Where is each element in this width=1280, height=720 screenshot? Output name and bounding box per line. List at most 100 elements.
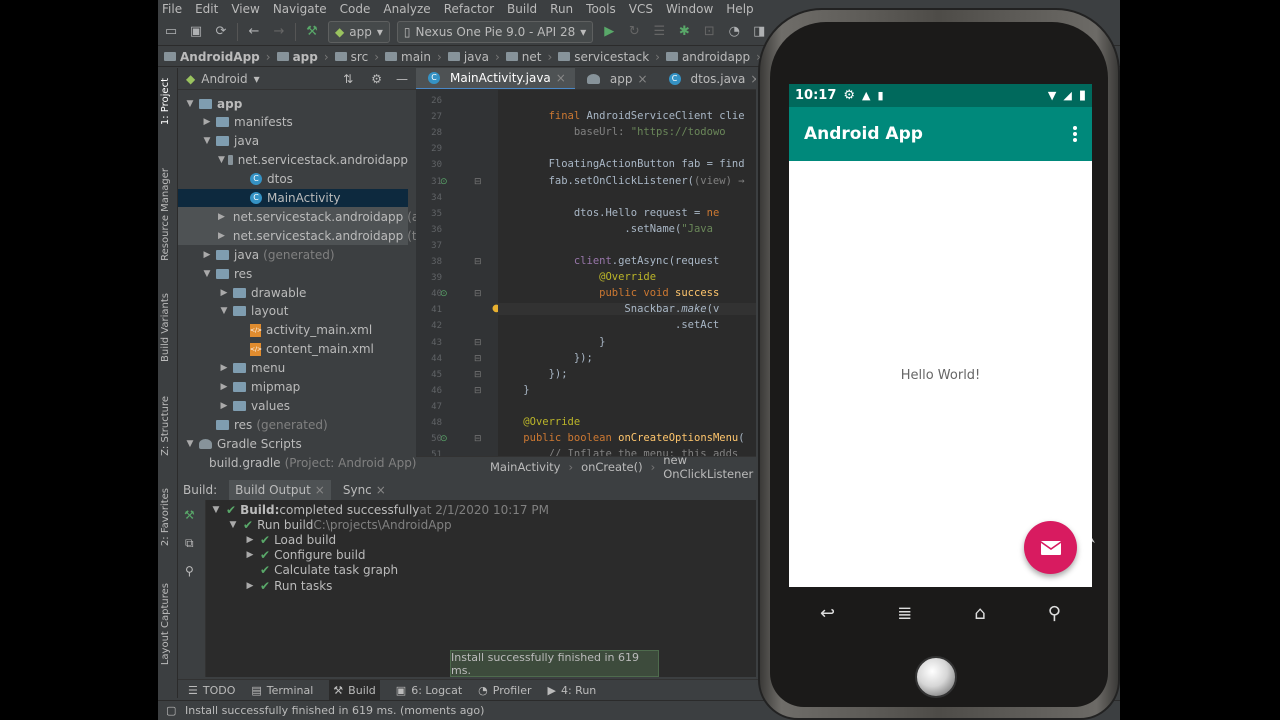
collapsed-arrow-icon[interactable]: ▶ [218,231,225,241]
collapsed-arrow-icon[interactable]: ▶ [244,581,256,591]
tree-item[interactable]: ▶ java (generated) [178,245,408,264]
fold-icon[interactable]: ⊟ [474,434,482,444]
menu-icon[interactable]: ≣ [897,603,912,624]
bottom-tab[interactable]: ☰ TODO [188,684,235,697]
menu-item[interactable]: Run [550,2,573,16]
collapsed-arrow-icon[interactable]: ▶ [218,288,230,298]
expanded-arrow-icon[interactable]: ▼ [218,306,230,316]
menu-item[interactable]: Help [726,2,753,16]
bottom-tab[interactable]: ▶ 4: Run [548,684,597,697]
tree-item[interactable]: ▶ menu [178,359,408,378]
close-icon[interactable]: × [750,72,756,86]
tab-sync[interactable]: Sync × [343,483,386,497]
bottom-tab[interactable]: ▤ Terminal [251,684,313,697]
code-area[interactable]: final AndroidServiceClient clie baseUrl:… [498,90,756,456]
menu-item[interactable]: View [231,2,259,16]
tree-item[interactable]: ▼ Gradle Scripts [178,434,408,453]
menu-item[interactable]: Build [507,2,537,16]
project-view-select[interactable]: Android [201,72,247,86]
breadcrumb-item[interactable]: main [385,50,431,64]
collapsed-arrow-icon[interactable]: ▶ [218,363,230,373]
override-icon[interactable]: ⊙ [440,434,448,444]
collapsed-arrow-icon[interactable]: ▶ [244,535,256,545]
tree-item[interactable]: Cdtos [178,170,408,189]
expanded-arrow-icon[interactable]: ▼ [201,269,213,279]
make-hammer-icon[interactable]: ⚒ [303,23,321,41]
override-icon[interactable]: ⊙ [440,289,448,299]
breadcrumb-item[interactable]: net [505,50,541,64]
collapsed-arrow-icon[interactable]: ▶ [244,550,256,560]
close-icon[interactable]: × [556,71,566,85]
apply-changes-icon[interactable]: ↻ [625,23,643,41]
tab-project[interactable]: 1: Project [160,78,171,125]
collapsed-arrow-icon[interactable]: ▶ [218,382,230,392]
breadcrumb-item[interactable]: androidapp [665,50,750,64]
bottom-tab[interactable]: ◔ Profiler [478,684,531,697]
fold-icon[interactable]: ⊟ [474,257,482,267]
breadcrumb-item[interactable]: servicestack [558,50,649,64]
build-tree-row[interactable]: ▼ ✔ Build: completed successfully at 2/1/2… [210,502,549,517]
device-select[interactable]: ▯ Nexus One Pie 9.0 - API 28 ▾ [396,20,594,43]
tree-item[interactable]: ▶net.servicestack.androidapp(test) [178,226,440,246]
tree-item[interactable]: ▶net.servicestack.androidapp(andr [178,207,439,227]
menu-item[interactable]: Navigate [273,2,327,16]
tab-resource-manager[interactable]: Resource Manager [160,168,171,261]
build-tree-row[interactable]: ▶ ✔ Load build [244,532,337,547]
hammer-icon[interactable]: ⚒ [184,508,195,522]
tree-item[interactable]: ▶ mipmap [178,378,408,397]
build-tree-row[interactable]: ▶ ✔ Run tasks [244,578,333,593]
forward-icon[interactable]: → [270,23,288,41]
tree-item[interactable]: res (generated) [178,415,408,434]
build-tree-row[interactable]: ▼ ✔ Run build C:\projects\AndroidApp [227,517,452,532]
menu-item[interactable]: Refactor [444,2,494,16]
bottom-tab[interactable]: ▣ 6: Logcat [396,684,462,697]
tree-item[interactable]: ▼ net.servicestack.androidapp [178,151,408,170]
menu-item[interactable]: VCS [629,2,653,16]
tree-item[interactable]: ▶ manifests [178,113,408,132]
breadcrumb-item[interactable]: AndroidApp [164,50,260,64]
expanded-arrow-icon[interactable]: ▼ [218,155,225,165]
tree-item[interactable]: C MainActivity [178,188,408,208]
attach-icon[interactable]: ⊡ [700,23,718,41]
collapse-all-icon[interactable]: ⇅ [343,72,353,86]
tree-item[interactable]: build.gradle (Project: Android App) [178,453,417,472]
overflow-menu-icon[interactable] [1072,125,1078,143]
menu-item[interactable]: Edit [195,2,218,16]
fold-icon[interactable]: ⊟ [474,386,482,396]
tree-item[interactable]: ▼ app [178,94,408,113]
editor-tab[interactable]: C MainActivity.java × [416,68,575,89]
expanded-arrow-icon[interactable]: ▼ [184,99,196,109]
tree-item[interactable]: ▼ java [178,132,408,151]
pin-icon[interactable]: ⚲ [185,564,194,578]
sync-icon[interactable]: ⟳ [212,23,230,41]
tab-build-variants[interactable]: Build Variants [160,293,171,362]
trackball-button[interactable] [915,656,957,698]
menu-item[interactable]: File [162,2,182,16]
apply-code-icon[interactable]: ☰ [650,23,668,41]
collapsed-arrow-icon[interactable]: ▶ [201,117,213,127]
override-icon[interactable]: ⊙ [440,177,448,187]
editor-crumb-item[interactable]: onCreate() [581,460,643,474]
bottom-tab[interactable]: ⚒ Build [329,679,380,701]
toggle-view-icon[interactable]: ⧉ [185,536,194,551]
search-icon[interactable]: ⚲ [1048,603,1061,624]
tab-favorites[interactable]: 2: Favorites [160,488,171,546]
back-icon[interactable]: ↩ [820,603,835,624]
close-icon[interactable]: × [315,480,325,500]
gear-icon[interactable]: ⚙ [371,72,382,86]
build-tree-row[interactable]: ▶ ✔ Configure build [244,548,366,563]
editor-tab[interactable]: Cdtos.java × [657,68,756,89]
tab-layout-captures[interactable]: Layout Captures [160,583,171,665]
debug-icon[interactable]: ✱ [675,23,693,41]
collapsed-arrow-icon[interactable]: ▶ [218,212,225,222]
tree-item[interactable]: </> activity_main.xml [178,321,408,340]
home-icon[interactable]: ⌂ [974,603,985,624]
expanded-arrow-icon[interactable]: ▼ [184,439,196,449]
fold-icon[interactable]: ⊟ [474,289,482,299]
hide-icon[interactable]: — [396,72,408,86]
tree-item[interactable]: ▼ res [178,264,408,283]
open-icon[interactable]: ▭ [162,23,180,41]
fold-icon[interactable]: ⊟ [474,177,482,187]
fold-icon[interactable]: ⊟ [474,370,482,380]
run-config-select[interactable]: ◆ app ▾ [328,20,390,43]
